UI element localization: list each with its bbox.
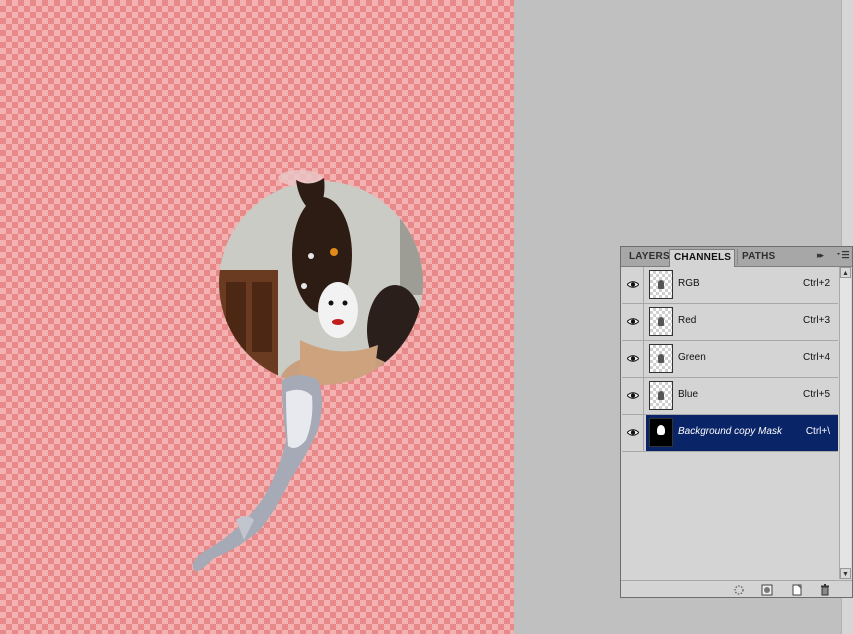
channel-shortcut: Ctrl+2 [803, 278, 830, 289]
visibility-eye-icon[interactable] [622, 341, 644, 377]
channel-name: Red [678, 315, 697, 326]
channel-shortcut: Ctrl+4 [803, 352, 830, 363]
visibility-eye-icon[interactable] [622, 415, 644, 451]
panel-menu-icon[interactable] [835, 248, 851, 264]
channel-name: Background copy Mask [678, 426, 782, 437]
document-canvas[interactable] [0, 0, 514, 634]
channel-shortcut: Ctrl+5 [803, 389, 830, 400]
channel-name: RGB [678, 278, 700, 289]
mask-thumbnail [649, 418, 673, 447]
scroll-down-icon[interactable]: ▼ [840, 568, 851, 579]
save-selection-icon[interactable] [761, 583, 773, 596]
tab-layers[interactable]: LAYERS [625, 249, 674, 265]
panel-tab-bar: LAYERS CHANNELS PATHS ▸▸ [621, 247, 852, 267]
visibility-eye-icon[interactable] [622, 267, 644, 303]
scroll-up-icon[interactable]: ▲ [840, 267, 851, 278]
channel-thumbnail [649, 307, 673, 336]
visibility-eye-icon[interactable] [622, 378, 644, 414]
delete-channel-icon[interactable] [819, 583, 831, 596]
load-selection-icon[interactable] [733, 583, 745, 595]
new-channel-icon[interactable] [791, 583, 803, 596]
panel-footer [621, 580, 852, 597]
channel-shortcut: Ctrl+\ [805, 426, 830, 437]
channel-thumbnail [649, 344, 673, 373]
tab-paths[interactable]: PATHS [737, 249, 779, 265]
channel-row-blue[interactable]: Blue Ctrl+5 [622, 378, 838, 415]
visibility-eye-icon[interactable] [622, 304, 644, 340]
channel-list: RGB Ctrl+2 Red Ctrl+3 Green Ctrl+4 Blue [622, 267, 838, 452]
collapse-panel-icon[interactable]: ▸▸ [817, 250, 824, 261]
channel-thumbnail [649, 381, 673, 410]
channel-name: Blue [678, 389, 699, 400]
channel-row-background-copy-mask[interactable]: Background copy Mask Ctrl+\ [622, 415, 838, 452]
channel-thumbnail [649, 270, 673, 299]
tab-channels[interactable]: CHANNELS [669, 249, 735, 267]
channel-shortcut: Ctrl+3 [803, 315, 830, 326]
channel-row-green[interactable]: Green Ctrl+4 [622, 341, 838, 378]
panel-scrollbar[interactable]: ▲ ▼ [839, 267, 851, 579]
channel-name: Green [678, 352, 706, 363]
channel-row-rgb[interactable]: RGB Ctrl+2 [622, 267, 838, 304]
channel-row-red[interactable]: Red Ctrl+3 [622, 304, 838, 341]
channels-panel: LAYERS CHANNELS PATHS ▸▸ RGB Ctrl+2 Red … [620, 246, 853, 598]
masked-photo [192, 170, 423, 572]
